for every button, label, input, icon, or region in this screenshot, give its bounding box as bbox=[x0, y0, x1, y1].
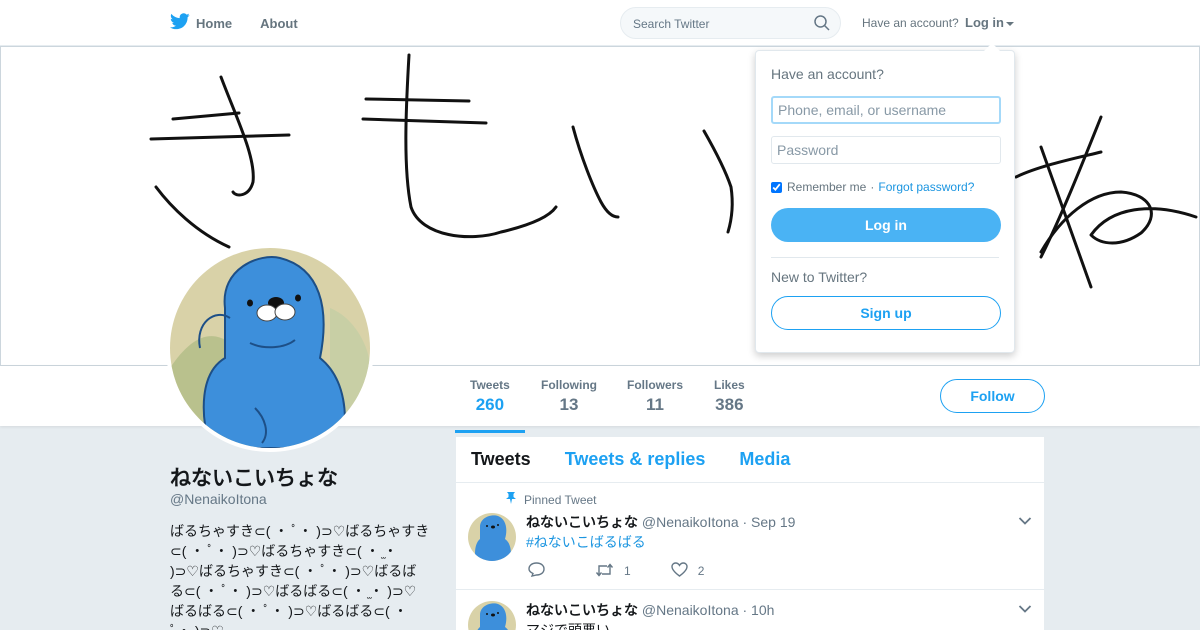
retweet-icon[interactable] bbox=[595, 562, 624, 580]
tweet-time[interactable]: · 10h bbox=[743, 602, 775, 618]
tab-tweets-replies[interactable]: Tweets & replies bbox=[565, 449, 706, 470]
stat-value: 260 bbox=[475, 395, 505, 414]
nav-about[interactable]: About bbox=[260, 16, 298, 31]
tab-media[interactable]: Media bbox=[739, 449, 790, 470]
tweet-time[interactable]: · Sep 19 bbox=[743, 514, 796, 530]
stat-value: 13 bbox=[559, 395, 579, 414]
nav-left: Home About bbox=[170, 0, 326, 46]
new-to-twitter-text: New to Twitter? bbox=[771, 269, 868, 285]
login-label: Log in bbox=[965, 15, 1004, 30]
password-field[interactable] bbox=[771, 136, 1001, 164]
timeline: Tweets Tweets & replies Media Pinned Twe… bbox=[456, 437, 1044, 630]
tweet-author-handle[interactable]: @NenaikoItona bbox=[642, 514, 739, 530]
tab-tweets[interactable]: Tweets bbox=[471, 449, 531, 470]
tweet-avatar[interactable] bbox=[468, 513, 516, 561]
search-placeholder: Search Twitter bbox=[633, 17, 710, 31]
like-icon[interactable] bbox=[670, 562, 698, 580]
stat-label: Tweets bbox=[470, 378, 510, 392]
avatar[interactable] bbox=[166, 244, 374, 452]
chevron-down-icon[interactable] bbox=[1018, 601, 1032, 619]
nav-home[interactable]: Home bbox=[170, 13, 232, 33]
login-dropdown: Have an account? Remember me · Forgot pa… bbox=[755, 43, 1015, 353]
retweet-count: 1 bbox=[624, 564, 631, 578]
remember-checkbox[interactable] bbox=[771, 181, 782, 193]
tweet-actions: 1 2 bbox=[528, 562, 744, 580]
signup-button[interactable]: Sign up bbox=[771, 296, 1001, 330]
stat-tweets[interactable]: Tweets 260 bbox=[455, 378, 525, 433]
follow-button[interactable]: Follow bbox=[940, 379, 1045, 413]
username-field[interactable] bbox=[771, 96, 1001, 124]
profile-bio: ばるちゃすき⊂( ・ ﾟ・ )⊃♡ばるちゃすき⊂( ・ ﾟ・ )⊃♡ばるちゃすき… bbox=[170, 523, 430, 630]
stat-label: Following bbox=[541, 378, 597, 392]
stat-likes[interactable]: Likes 386 bbox=[714, 378, 745, 415]
like-count: 2 bbox=[697, 564, 705, 578]
separator-dot: · bbox=[870, 180, 875, 194]
tweet-item[interactable]: Pinned Tweet ねないこいちょな @NenaikoItona · Se… bbox=[456, 483, 1044, 590]
tweet-avatar[interactable] bbox=[468, 601, 516, 630]
tweet-text[interactable]: #ねないこばるばる bbox=[526, 532, 646, 552]
stat-following[interactable]: Following 13 bbox=[541, 378, 597, 415]
retweet-action[interactable]: 1 bbox=[595, 562, 631, 580]
stat-value: 11 bbox=[646, 395, 664, 414]
home-label: Home bbox=[196, 15, 233, 31]
pinned-indicator: Pinned Tweet bbox=[506, 492, 597, 507]
dropdown-title: Have an account? bbox=[771, 66, 884, 82]
tweet-header: ねないこいちょな @NenaikoItona · 10h bbox=[526, 600, 774, 620]
tweet-text: マジで頭悪い bbox=[526, 622, 610, 630]
timeline-tabs: Tweets Tweets & replies Media bbox=[456, 437, 1044, 483]
stat-value: 386 bbox=[715, 395, 744, 414]
profile-name: ねないこいちょな bbox=[170, 467, 338, 490]
login-dropdown-toggle[interactable]: Log in bbox=[965, 15, 1014, 30]
stat-label: Likes bbox=[714, 378, 745, 392]
twitter-bird-icon bbox=[170, 13, 196, 33]
tweet-header: ねないこいちょな @NenaikoItona · Sep 19 bbox=[526, 512, 795, 532]
tweet-author-name[interactable]: ねないこいちょな bbox=[526, 602, 638, 618]
stat-followers[interactable]: Followers 11 bbox=[627, 378, 683, 415]
pin-icon bbox=[506, 492, 524, 507]
profile-handle[interactable]: @NenaikoItona bbox=[170, 491, 267, 507]
caret-down-icon bbox=[1006, 21, 1014, 26]
chevron-down-icon[interactable] bbox=[1018, 513, 1032, 531]
top-nav: Home About Search Twitter Have an accoun… bbox=[0, 0, 1200, 46]
dropdown-divider bbox=[771, 257, 999, 258]
reply-action[interactable] bbox=[528, 562, 555, 580]
forgot-password-link[interactable]: Forgot password? bbox=[878, 180, 974, 194]
tweet-item[interactable]: ねないこいちょな @NenaikoItona · 10h マジで頭悪い bbox=[456, 590, 1044, 630]
search-icon[interactable] bbox=[814, 15, 830, 34]
tweet-author-handle[interactable]: @NenaikoItona bbox=[642, 602, 739, 618]
have-account-text: Have an account? bbox=[862, 16, 959, 30]
pinned-label: Pinned Tweet bbox=[524, 492, 597, 507]
reply-icon[interactable] bbox=[528, 562, 555, 580]
tweet-author-name[interactable]: ねないこいちょな bbox=[526, 514, 638, 530]
remember-label[interactable]: Remember me bbox=[787, 180, 866, 194]
stat-label: Followers bbox=[627, 378, 684, 392]
like-action[interactable]: 2 bbox=[670, 562, 705, 580]
remember-row: Remember me · Forgot password? bbox=[771, 180, 999, 194]
search-input[interactable]: Search Twitter bbox=[620, 7, 841, 39]
avatar-image bbox=[170, 248, 370, 448]
login-button[interactable]: Log in bbox=[771, 208, 1001, 242]
